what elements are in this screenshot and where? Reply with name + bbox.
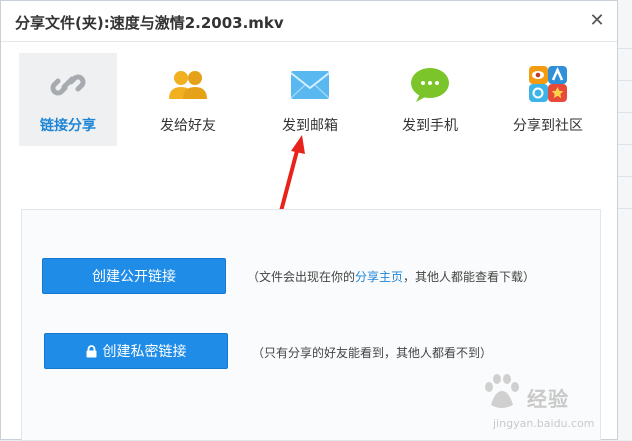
message-icon <box>411 68 449 102</box>
share-dialog: 分享文件(夹):速度与激情2.2003.mkv ✕ 链接分享 发给好友 发到邮箱… <box>0 0 618 441</box>
tab-send-phone[interactable]: 发到手机 <box>381 53 479 146</box>
link-share-panel: 创建公开链接 （文件会出现在你的分享主页，其他人都能查看下载） 创建私密链接 （… <box>21 209 601 441</box>
public-link-note: （文件会出现在你的分享主页，其他人都能查看下载） <box>247 270 536 284</box>
tab-label: 发到邮箱 <box>282 118 338 134</box>
create-private-link-label: 创建私密链接 <box>102 344 187 360</box>
link-icon <box>50 74 86 96</box>
tab-link-share[interactable]: 链接分享 <box>19 53 117 146</box>
dialog-titlebar: 分享文件(夹):速度与激情2.2003.mkv ✕ <box>1 1 617 42</box>
social-icon <box>529 66 567 102</box>
email-icon <box>290 71 330 99</box>
tab-label: 分享到社区 <box>513 118 583 134</box>
dialog-title: 分享文件(夹):速度与激情2.2003.mkv <box>15 14 284 32</box>
lock-icon <box>86 345 96 358</box>
close-icon[interactable]: ✕ <box>587 11 607 31</box>
share-tabs: 链接分享 发给好友 发到邮箱 发到手机 分享到社区 <box>19 53 609 148</box>
share-homepage-link[interactable]: 分享主页 <box>355 270 403 284</box>
friends-icon <box>169 71 207 99</box>
create-private-link-button[interactable]: 创建私密链接 <box>44 333 228 369</box>
tab-label: 链接分享 <box>40 118 96 134</box>
tab-share-social[interactable]: 分享到社区 <box>499 53 597 146</box>
tab-label: 发到手机 <box>402 118 458 134</box>
create-public-link-button[interactable]: 创建公开链接 <box>42 258 226 294</box>
private-link-note: （只有分享的好友能看到，其他人都看不到） <box>252 346 493 360</box>
tab-send-friend[interactable]: 发给好友 <box>139 53 237 146</box>
tab-label: 发给好友 <box>160 118 216 134</box>
background-window-strip <box>617 0 632 440</box>
